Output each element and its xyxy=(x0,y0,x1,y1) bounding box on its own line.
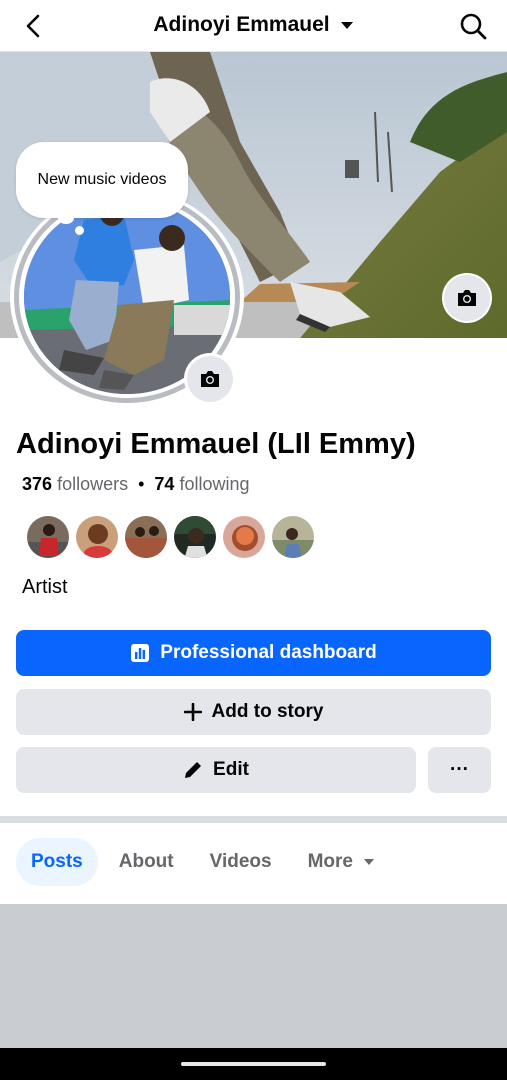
tab-about[interactable]: About xyxy=(104,838,189,886)
tab-posts[interactable]: Posts xyxy=(16,838,98,886)
add-to-story-label: Add to story xyxy=(211,701,324,722)
friend-avatar[interactable] xyxy=(271,515,315,559)
tab-videos-label: Videos xyxy=(209,851,272,872)
following-link[interactable]: 74 following xyxy=(154,474,249,494)
friend-avatar-image xyxy=(76,516,118,558)
following-count: 74 xyxy=(154,474,175,494)
friend-avatars[interactable] xyxy=(26,515,315,559)
more-options-icon: ··· xyxy=(450,759,469,780)
profile-note[interactable]: New music videos xyxy=(16,142,188,218)
tab-more-label: More xyxy=(307,851,353,872)
friend-avatar[interactable] xyxy=(222,515,266,559)
friend-avatar[interactable] xyxy=(26,515,70,559)
stats-separator: • xyxy=(138,474,145,494)
followers-count: 376 xyxy=(22,474,53,494)
professional-dashboard-label: Professional dashboard xyxy=(160,642,377,663)
plus-icon xyxy=(183,703,202,721)
friend-avatar[interactable] xyxy=(75,515,119,559)
friend-avatar-image xyxy=(125,516,167,558)
add-to-story-button[interactable]: Add to story xyxy=(16,689,491,735)
top-bar: Adinoyi Emmauel xyxy=(0,0,507,52)
pencil-icon xyxy=(185,762,202,778)
profile-bio: Artist xyxy=(22,576,68,598)
profile-switcher[interactable]: Adinoyi Emmauel xyxy=(0,10,507,40)
friend-avatar[interactable] xyxy=(173,515,217,559)
friend-avatar-image xyxy=(272,516,314,558)
follow-stats: 376 followers • 74 following xyxy=(22,474,250,495)
note-bubble-tail-small xyxy=(75,226,84,235)
edit-profile-picture-button[interactable] xyxy=(187,356,233,402)
profile-note-text: New music videos xyxy=(37,171,167,188)
edit-cover-button[interactable] xyxy=(444,275,490,321)
camera-icon xyxy=(458,290,476,306)
feed-area xyxy=(0,904,507,1048)
edit-profile-label: Edit xyxy=(213,759,249,780)
tab-posts-label: Posts xyxy=(31,851,83,872)
followers-label: followers xyxy=(57,474,129,494)
friend-avatar[interactable] xyxy=(124,515,168,559)
note-bubble-tail xyxy=(58,212,74,224)
tab-videos[interactable]: Videos xyxy=(195,838,287,886)
profile-tabs: Posts About Videos More xyxy=(16,838,390,886)
tab-more[interactable]: More xyxy=(293,838,390,886)
section-divider xyxy=(0,816,507,823)
profile-name: Adinoyi Emmauel (LIl Emmy) xyxy=(16,428,416,460)
professional-dashboard-button[interactable]: Professional dashboard xyxy=(16,630,491,676)
search-button[interactable] xyxy=(455,8,491,44)
search-icon xyxy=(460,13,487,40)
caret-down-icon xyxy=(364,859,374,865)
camera-icon xyxy=(201,371,219,387)
page-title: Adinoyi Emmauel xyxy=(153,13,330,36)
tab-about-label: About xyxy=(118,851,174,872)
dashboard-icon xyxy=(131,644,150,662)
more-options-button[interactable]: ··· xyxy=(428,747,491,793)
followers-link[interactable]: 376 followers xyxy=(22,474,128,494)
caret-down-icon xyxy=(340,22,353,29)
friend-avatar-image xyxy=(223,516,265,558)
following-label: following xyxy=(179,474,250,494)
friend-avatar-image xyxy=(27,516,69,558)
friend-avatar-image xyxy=(174,516,216,558)
edit-profile-button[interactable]: Edit xyxy=(16,747,416,793)
home-indicator[interactable] xyxy=(181,1062,326,1066)
